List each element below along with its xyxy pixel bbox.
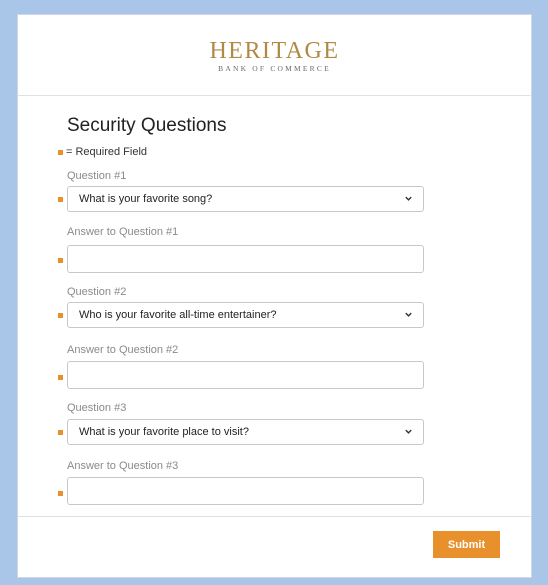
page-title: Security Questions (67, 115, 227, 136)
required-marker-icon (58, 197, 63, 202)
logo-name: HERITAGE (209, 38, 340, 64)
required-marker-icon (58, 491, 63, 496)
question-3-label: Question #3 (67, 402, 127, 414)
question-1-selected: What is your favorite song? (79, 193, 213, 205)
required-marker-icon (58, 313, 63, 318)
required-marker-icon (58, 375, 63, 380)
question-1-label: Question #1 (67, 170, 127, 182)
chevron-down-icon (405, 196, 412, 201)
submit-button[interactable]: Submit (433, 531, 500, 558)
answer-2-input[interactable] (67, 361, 424, 389)
answer-2-label: Answer to Question #2 (67, 344, 179, 356)
required-marker-icon (58, 149, 63, 155)
answer-1-label: Answer to Question #1 (67, 226, 179, 238)
required-field-text: = Required Field (66, 146, 148, 158)
bank-logo: HERITAGE BANK OF COMMERCE (18, 39, 531, 73)
question-2-selected: Who is your favorite all-time entertaine… (79, 309, 277, 321)
question-1-select[interactable]: What is your favorite song? (67, 186, 424, 212)
required-marker-icon (58, 258, 63, 263)
question-3-selected: What is your favorite place to visit? (79, 426, 249, 438)
answer-3-input[interactable] (67, 477, 424, 505)
question-2-label: Question #2 (67, 286, 127, 298)
question-2-select[interactable]: Who is your favorite all-time entertaine… (67, 302, 424, 328)
chevron-down-icon (405, 312, 412, 317)
answer-3-label: Answer to Question #3 (67, 460, 179, 472)
answer-1-input[interactable] (67, 245, 424, 273)
required-marker-icon (58, 430, 63, 435)
security-questions-panel: HERITAGE BANK OF COMMERCE Security Quest… (17, 14, 532, 578)
footer: Submit (18, 516, 531, 577)
logo-subtitle: BANK OF COMMERCE (218, 64, 331, 73)
header: HERITAGE BANK OF COMMERCE (18, 15, 531, 96)
question-3-select[interactable]: What is your favorite place to visit? (67, 419, 424, 445)
required-field-note: = Required Field (58, 146, 147, 158)
chevron-down-icon (405, 429, 412, 434)
